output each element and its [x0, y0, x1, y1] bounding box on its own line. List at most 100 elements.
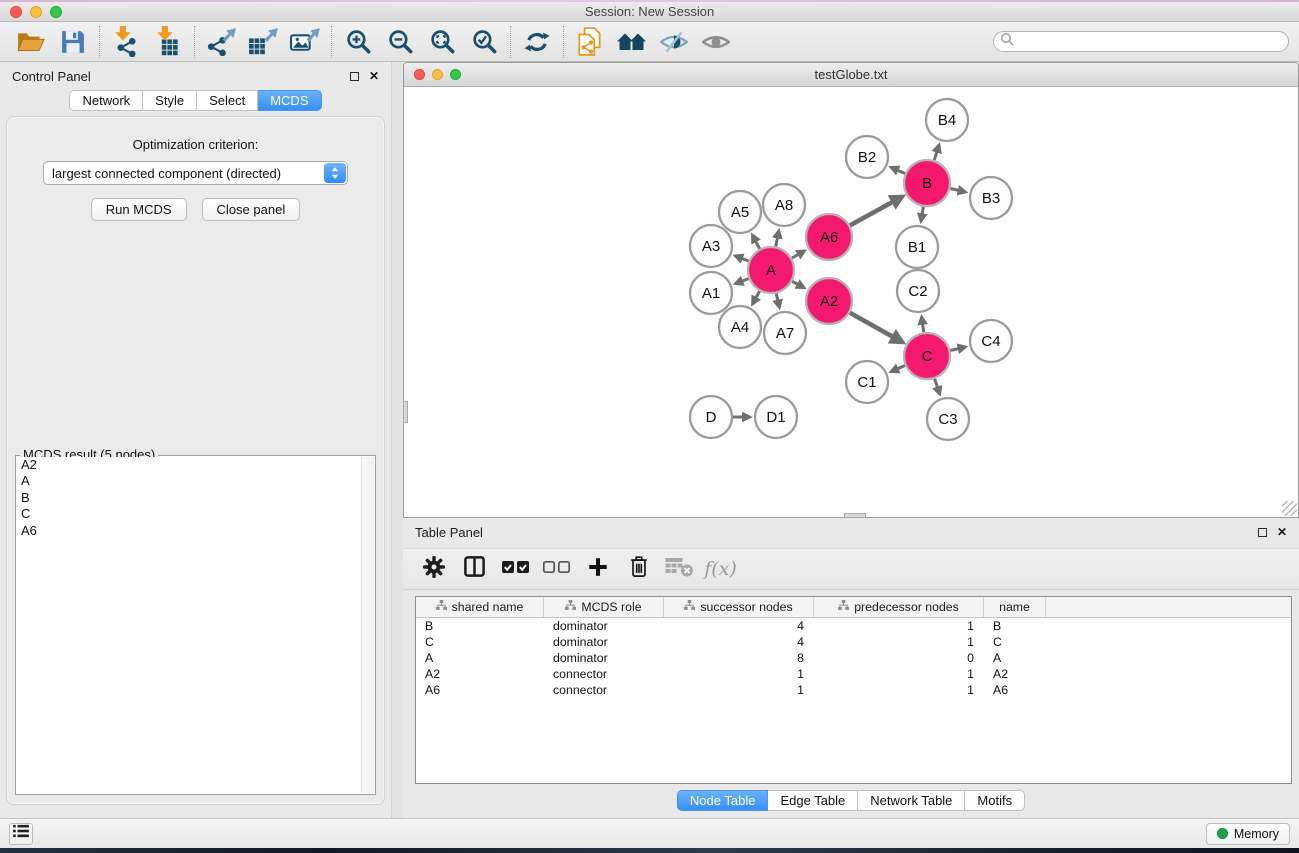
- tab-select[interactable]: Select: [197, 90, 258, 111]
- graph-node-C2[interactable]: C2: [897, 270, 939, 312]
- column-layout-button[interactable]: [456, 552, 493, 586]
- column-label: successor nodes: [700, 600, 792, 614]
- graph-node-B4[interactable]: B4: [926, 99, 968, 141]
- result-scrollbar[interactable]: [361, 457, 374, 793]
- mcds-result-item[interactable]: B: [17, 490, 374, 506]
- column-label: name: [999, 600, 1030, 614]
- tab-style[interactable]: Style: [143, 90, 197, 111]
- show-all-button[interactable]: [695, 24, 737, 60]
- graph-node-A1[interactable]: A1: [690, 272, 732, 314]
- import-table-button[interactable]: [147, 24, 189, 60]
- zoom-out-button[interactable]: [379, 24, 421, 60]
- table-tab-node-table[interactable]: Node Table: [677, 790, 769, 811]
- open-file-button[interactable]: [10, 24, 52, 60]
- graph-node-A5[interactable]: A5: [719, 191, 761, 233]
- graph-node-A2[interactable]: A2: [806, 278, 852, 324]
- close-window-button[interactable]: [10, 6, 22, 18]
- table-row[interactable]: Cdominator41C: [416, 634, 1291, 650]
- check-all-icon: [501, 558, 531, 581]
- table-tabs: Node TableEdge TableNetwork TableMotifs: [403, 790, 1299, 811]
- vertical-scroll-thumb[interactable]: [403, 401, 408, 423]
- search-input[interactable]: [1014, 35, 1282, 49]
- network-maximize-button[interactable]: [450, 69, 461, 80]
- refresh-view-button[interactable]: [516, 24, 558, 60]
- run-mcds-button[interactable]: Run MCDS: [91, 198, 187, 221]
- optimization-criterion-select[interactable]: largest connected component (directed): [43, 161, 348, 185]
- function-builder-button[interactable]: f(x): [702, 552, 739, 586]
- graph-node-A8[interactable]: A8: [763, 184, 805, 226]
- graph-node-A7[interactable]: A7: [764, 312, 806, 354]
- mcds-result-list[interactable]: A2ABCA6: [17, 457, 374, 793]
- close-panel-button[interactable]: Close panel: [202, 198, 301, 221]
- float-table-panel-icon[interactable]: [1258, 528, 1267, 537]
- zoom-fit-button[interactable]: [421, 24, 463, 60]
- export-network-button[interactable]: [200, 24, 242, 60]
- table-tab-motifs[interactable]: Motifs: [965, 790, 1025, 811]
- zoom-in-button[interactable]: [337, 24, 379, 60]
- mcds-result-item[interactable]: A: [17, 473, 374, 489]
- column-header-name[interactable]: name: [984, 597, 1046, 617]
- memory-button[interactable]: Memory: [1206, 823, 1290, 845]
- column-header-shared-name[interactable]: shared name: [416, 597, 544, 617]
- mcds-result-item[interactable]: A2: [17, 457, 374, 473]
- delete-column-button[interactable]: [620, 552, 657, 586]
- new-network-from-selection-button[interactable]: [569, 24, 611, 60]
- save-session-button[interactable]: [52, 24, 94, 60]
- svg-text:A7: A7: [776, 325, 794, 342]
- graph-node-B[interactable]: B: [904, 160, 950, 206]
- mcds-result-item[interactable]: C: [17, 506, 374, 522]
- task-history-button[interactable]: [9, 823, 33, 845]
- column-header-MCDS-role[interactable]: MCDS role: [544, 597, 664, 617]
- table-row[interactable]: Adominator80A: [416, 650, 1291, 666]
- main-area: Control Panel NetworkStyleSelectMCDS Opt…: [0, 62, 1299, 818]
- column-header-predecessor-nodes[interactable]: predecessor nodes: [814, 597, 984, 617]
- column-label: predecessor nodes: [854, 600, 959, 614]
- graph-node-C3[interactable]: C3: [927, 398, 969, 440]
- minimize-window-button[interactable]: [30, 6, 42, 18]
- network-canvas[interactable]: B4 B2 B B3 A8A5 A6 A3 B1 A C2 A1 A2 A4 A7 C4 C C1 D D1 C3: [404, 88, 1298, 517]
- column-header-successor-nodes[interactable]: successor nodes: [664, 597, 814, 617]
- graph-node-B1[interactable]: B1: [896, 226, 938, 268]
- mcds-result-item[interactable]: A6: [17, 523, 374, 539]
- export-table-button[interactable]: [242, 24, 284, 60]
- graph-node-D[interactable]: D: [690, 396, 732, 438]
- graph-node-A4[interactable]: A4: [719, 306, 761, 348]
- table-row[interactable]: A2connector11A2: [416, 666, 1291, 682]
- export-image-button[interactable]: [284, 24, 326, 60]
- maximize-window-button[interactable]: [50, 6, 62, 18]
- graph-node-C1[interactable]: C1: [846, 361, 888, 403]
- delete-table-button[interactable]: [661, 552, 698, 586]
- graph-node-D1[interactable]: D1: [755, 396, 797, 438]
- table-row[interactable]: A6connector11A6: [416, 682, 1291, 698]
- hide-selected-button[interactable]: [653, 24, 695, 60]
- panel-divider[interactable]: [391, 62, 403, 818]
- deselect-all-rows-button[interactable]: [538, 552, 575, 586]
- double-home-button[interactable]: [611, 24, 653, 60]
- graph-node-A6[interactable]: A6: [806, 214, 852, 260]
- float-panel-icon[interactable]: [350, 72, 359, 81]
- graph-node-C[interactable]: C: [904, 333, 950, 379]
- close-table-panel-icon[interactable]: [1277, 528, 1287, 537]
- svg-text:A4: A4: [731, 319, 749, 336]
- graph-node-A[interactable]: A: [748, 247, 794, 293]
- chevron-up-down-icon: [324, 163, 346, 183]
- tab-network[interactable]: Network: [69, 90, 143, 111]
- graph-node-A3[interactable]: A3: [690, 225, 732, 267]
- network-close-button[interactable]: [414, 69, 425, 80]
- table-cell: 4: [664, 619, 814, 633]
- graph-node-B2[interactable]: B2: [846, 136, 888, 178]
- select-all-rows-button[interactable]: [497, 552, 534, 586]
- import-network-button[interactable]: [105, 24, 147, 60]
- table-tab-edge-table[interactable]: Edge Table: [768, 790, 858, 811]
- table-tab-network-table[interactable]: Network Table: [858, 790, 965, 811]
- add-column-button[interactable]: [579, 552, 616, 586]
- table-row[interactable]: Bdominator41B: [416, 618, 1291, 634]
- network-minimize-button[interactable]: [432, 69, 443, 80]
- graph-node-C4[interactable]: C4: [970, 320, 1012, 362]
- zoom-selected-button[interactable]: [463, 24, 505, 60]
- table-settings-button[interactable]: [415, 552, 452, 586]
- tab-mcds[interactable]: MCDS: [258, 90, 321, 111]
- close-panel-icon[interactable]: [369, 72, 379, 81]
- resize-handle-icon[interactable]: [1282, 501, 1297, 516]
- graph-node-B3[interactable]: B3: [970, 177, 1012, 219]
